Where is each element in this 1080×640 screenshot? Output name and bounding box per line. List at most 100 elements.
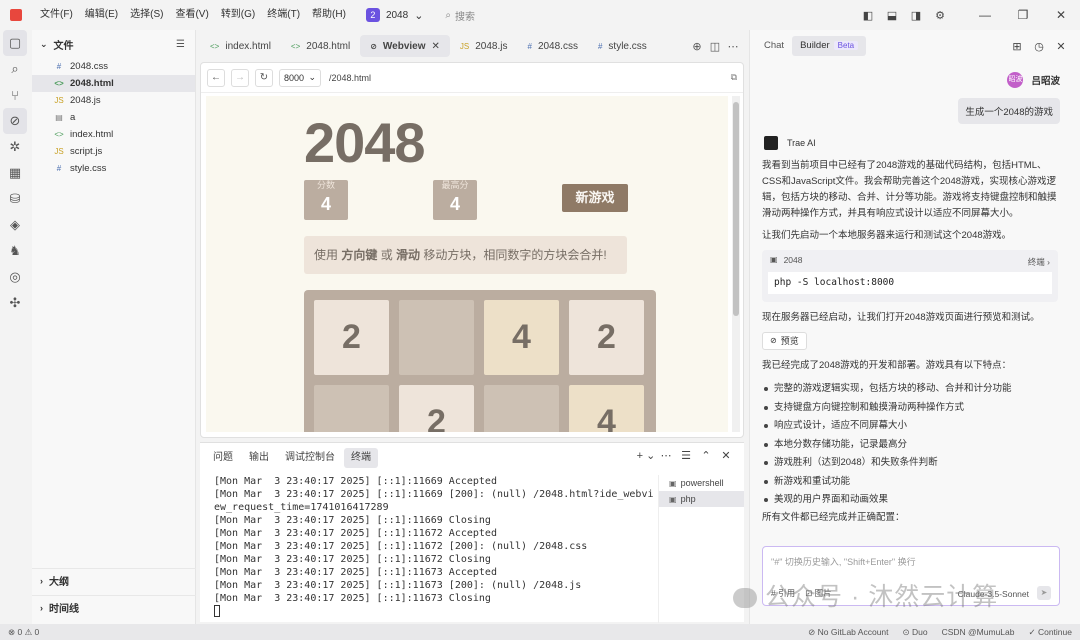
source-control-icon[interactable]: ⑂ (0, 82, 30, 108)
webview-scrollbar[interactable] (732, 96, 740, 432)
tab-2048-html[interactable]: <> 2048.html (281, 35, 360, 57)
file-item[interactable]: JS 2048.js (32, 92, 195, 109)
minimize-icon[interactable]: — (966, 8, 1004, 22)
app-logo-icon (10, 9, 22, 21)
send-icon[interactable]: ➤ (1037, 586, 1051, 600)
close-icon[interactable]: ✕ (1042, 8, 1080, 22)
problems-count[interactable]: ⊗ 0 ⚠ 0 (0, 627, 39, 638)
search-icon[interactable]: ⌕ (0, 56, 30, 82)
user-message: 生成一个2048的游戏 (958, 98, 1060, 124)
add-terminal-icon[interactable]: + ⌄ (636, 449, 656, 462)
chevron-right-icon: › (40, 575, 43, 586)
scrollbar-thumb[interactable] (733, 102, 739, 316)
tab-style-css[interactable]: # style.css (588, 35, 657, 57)
more-icon[interactable]: ⋯ (724, 40, 742, 53)
shell-name: php (680, 494, 696, 504)
file-item[interactable]: <> index.html (32, 126, 195, 143)
search-box[interactable]: ⌕ 搜索 (445, 8, 475, 23)
sync-icon[interactable]: ◎ (0, 264, 30, 290)
database-icon[interactable]: ⛁ (0, 186, 30, 212)
tab-builder[interactable]: Builder Beta (792, 36, 867, 56)
gitlab-status[interactable]: ⊘ No GitLab Account (808, 627, 888, 638)
terminal-item-powershell[interactable]: ▣ powershell (659, 475, 744, 491)
gear-icon[interactable]: ⚙ (928, 9, 952, 22)
compass-icon[interactable]: ⊕ (688, 40, 706, 53)
file-item[interactable]: ▤ a (32, 109, 195, 126)
toggle-secondary-sidebar-icon[interactable]: ◨ (904, 9, 928, 22)
project-selector[interactable]: 2 2048 ⌄ (360, 4, 429, 26)
close-panel-icon[interactable]: ✕ (716, 449, 736, 462)
ai-response: 我看到当前项目中已经有了2048游戏的基础代码结构，包括HTML、CSS和Jav… (762, 158, 1058, 532)
maximize-panel-icon[interactable]: ⌃ (696, 449, 716, 462)
best-label: 最高分 (441, 180, 469, 190)
file-item[interactable]: <> 2048.html (32, 75, 195, 92)
forward-arrow-icon[interactable]: → (231, 68, 249, 87)
tab-debug-console[interactable]: 调试控制台 (278, 448, 342, 468)
tab-terminal[interactable]: 终端 (344, 448, 378, 468)
restore-icon[interactable]: ❐ (1004, 8, 1042, 22)
back-arrow-icon[interactable]: ← (207, 68, 225, 87)
bottom-panel: 问题 输出 调试控制台 终端 + ⌄ ⋯ ☰ ⌃ ✕ [Mon Mar 3 23… (200, 442, 744, 623)
reload-icon[interactable]: ↻ (255, 68, 273, 87)
new-chat-icon[interactable]: ⊞ (1006, 40, 1028, 53)
tile: 2 (569, 300, 644, 375)
score-box: 分数 4 (304, 180, 348, 220)
open-external-icon[interactable]: ⧉ (731, 72, 737, 83)
menu-edit[interactable]: 编辑(E) (79, 0, 124, 30)
terminal-output[interactable]: [Mon Mar 3 23:40:17 2025] [::1]:11669 Ac… (214, 475, 654, 618)
tab-label: Webview (382, 40, 426, 52)
preview-button[interactable]: ⊘ 预览 (762, 332, 807, 350)
list-icon[interactable]: ☰ (676, 449, 696, 462)
file-item[interactable]: JS script.js (32, 143, 195, 160)
toggle-panel-icon[interactable]: ⬓ (880, 9, 904, 22)
instr-text: 使用 (314, 248, 342, 262)
close-icon[interactable]: ✕ (1050, 40, 1072, 53)
menu-file[interactable]: 文件(F) (34, 0, 79, 30)
webview-icon[interactable]: ⊘ (3, 108, 27, 134)
css-file-icon: # (527, 41, 532, 51)
terminal-prompt[interactable] (214, 605, 654, 618)
close-tab-icon[interactable]: ✕ (432, 41, 440, 52)
search-icon: ⌕ (445, 9, 452, 21)
tab-2048-css[interactable]: #2048.css (517, 35, 587, 57)
tab-index-html[interactable]: <> index.html (200, 35, 281, 57)
menu-help[interactable]: 帮助(H) (306, 0, 352, 30)
menu-selection[interactable]: 选择(S) (124, 0, 169, 30)
watermark: 公众号 · 沐然云计算 (733, 577, 998, 613)
explorer-header[interactable]: ⌄ 文件 ☰ (32, 30, 195, 58)
split-editor-icon[interactable]: ◫ (706, 40, 724, 53)
url-input[interactable]: /2048.html (329, 73, 731, 83)
terminal-icon: ▣ (770, 255, 778, 264)
menu-view[interactable]: 查看(V) (169, 0, 214, 30)
menu-terminal[interactable]: 终端(T) (261, 0, 306, 30)
tab-output[interactable]: 输出 (242, 448, 276, 468)
tab-2048-js[interactable]: JS 2048.js (450, 35, 518, 57)
tab-label: 2048.js (475, 40, 508, 52)
more-icon[interactable]: ⋯ (656, 449, 676, 462)
tab-problems[interactable]: 问题 (206, 448, 240, 468)
timeline-section[interactable]: › 时间线 (32, 595, 196, 619)
outline-section[interactable]: › 大纲 (32, 568, 196, 592)
gitlab-icon[interactable]: ♞ (0, 238, 30, 264)
debug-icon[interactable]: ✲ (0, 134, 30, 160)
new-game-button[interactable]: 新游戏 (562, 184, 628, 212)
tab-chat[interactable]: Chat (756, 36, 792, 56)
plugin-icon[interactable]: ✣ (0, 290, 30, 316)
file-item[interactable]: #2048.css (32, 58, 195, 75)
toggle-sidebar-icon[interactable]: ◧ (856, 9, 880, 22)
tab-webview[interactable]: ⊘ Webview ✕ (360, 35, 450, 57)
open-terminal-button[interactable]: 终端 › (1028, 254, 1050, 270)
terminal-item-php[interactable]: ▣ php (659, 491, 744, 507)
layers-icon[interactable]: ◈ (0, 212, 30, 238)
explorer-icon[interactable]: ▢ (3, 30, 27, 56)
collapse-all-icon[interactable]: ☰ (176, 39, 185, 50)
continue-status[interactable]: ✓ Continue (1028, 627, 1072, 638)
duo-status[interactable]: ⊙ Duo (903, 627, 928, 638)
game-board[interactable]: 2 4 2 2 4 (304, 290, 656, 432)
file-item[interactable]: # style.css (32, 160, 195, 177)
chat-header-tools: ⊞ ◷ ✕ (1006, 30, 1072, 62)
history-icon[interactable]: ◷ (1028, 40, 1050, 53)
port-select[interactable]: 8000 ⌄ (279, 68, 321, 87)
extensions-icon[interactable]: ▦ (0, 160, 30, 186)
menu-go[interactable]: 转到(G) (215, 0, 261, 30)
